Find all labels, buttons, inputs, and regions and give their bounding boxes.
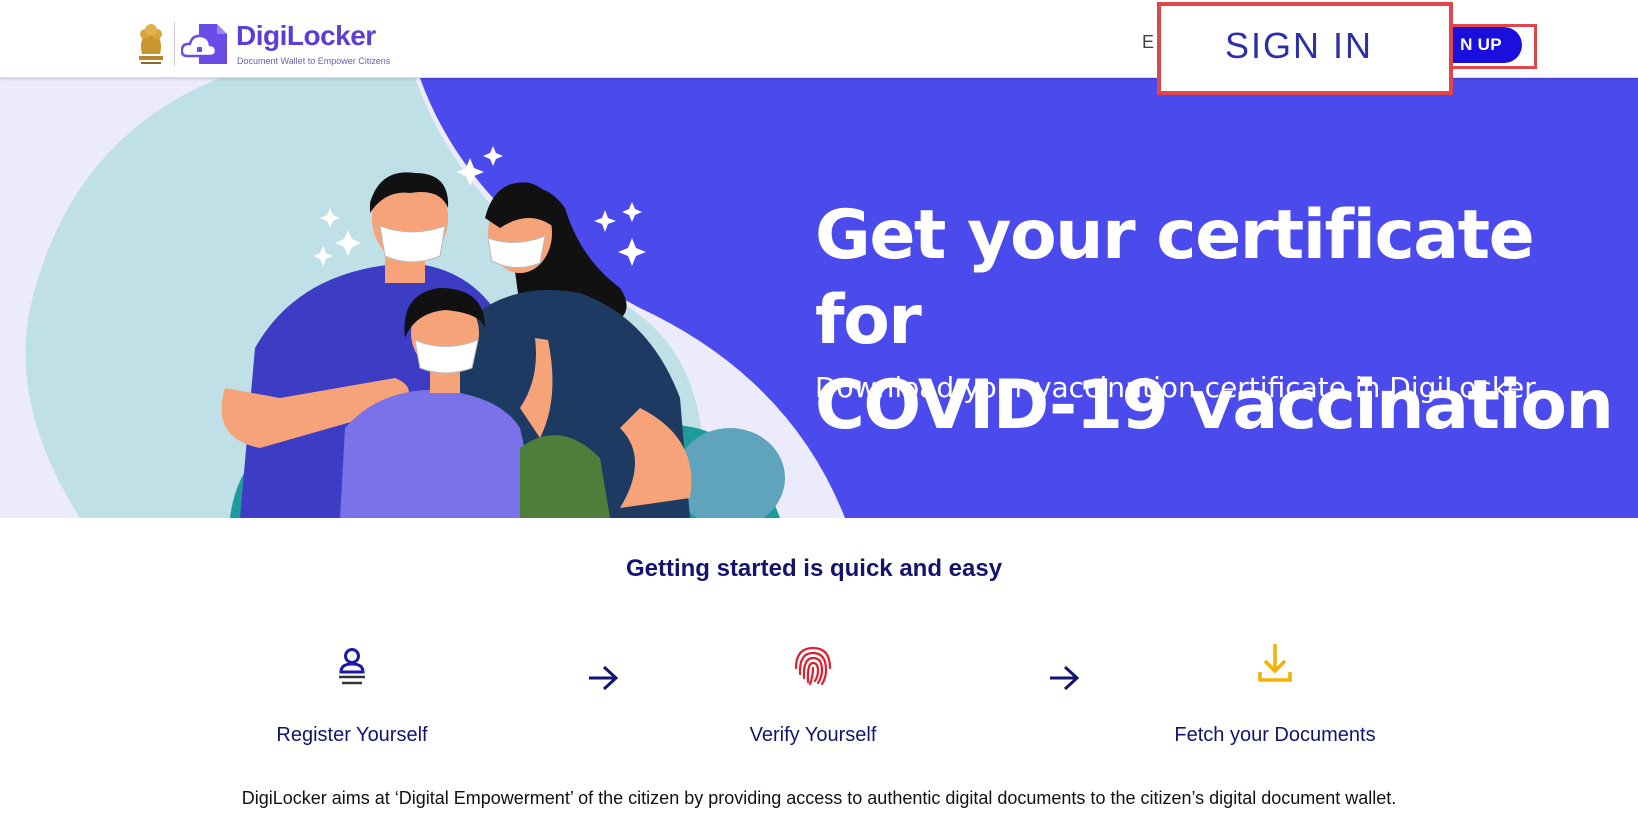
arrow-right-icon [1050, 665, 1080, 691]
logo-divider [174, 22, 175, 66]
arrow-right-icon [589, 665, 619, 691]
step-verify[interactable]: Verify Yourself [663, 640, 963, 747]
signin-button[interactable]: SIGN IN [1157, 2, 1453, 95]
step-verify-label: Verify Yourself [749, 724, 877, 746]
section-title: Getting started is quick and easy [625, 555, 1003, 582]
step-fetch-label: Fetch your Documents [1174, 724, 1376, 746]
hero-title: Get your certificate for COVID-19 vaccin… [815, 193, 1615, 448]
step-register-label: Register Yourself [276, 724, 428, 746]
national-emblem-icon [139, 24, 163, 64]
step-fetch[interactable]: Fetch your Documents [1125, 640, 1425, 747]
brand-name[interactable]: DigiLocker [236, 20, 376, 52]
fingerprint-icon [794, 646, 832, 686]
brand-tagline: Document Wallet to Empower Citizens [237, 56, 391, 66]
hero-subtitle: Download your vaccination certificate in… [815, 371, 1536, 404]
hero-banner: Get your certificate for COVID-19 vaccin… [0, 78, 1638, 518]
step-register[interactable]: Register Yourself [202, 640, 502, 747]
digilocker-logo-icon [181, 24, 227, 64]
user-register-icon [339, 648, 365, 685]
hero-title-line1: Get your certificate for [815, 196, 1535, 360]
download-icon [1258, 644, 1292, 682]
language-selector[interactable]: E [1142, 32, 1154, 53]
about-description: DigiLocker aims at ‘Digital Empowerment’… [241, 788, 1397, 808]
